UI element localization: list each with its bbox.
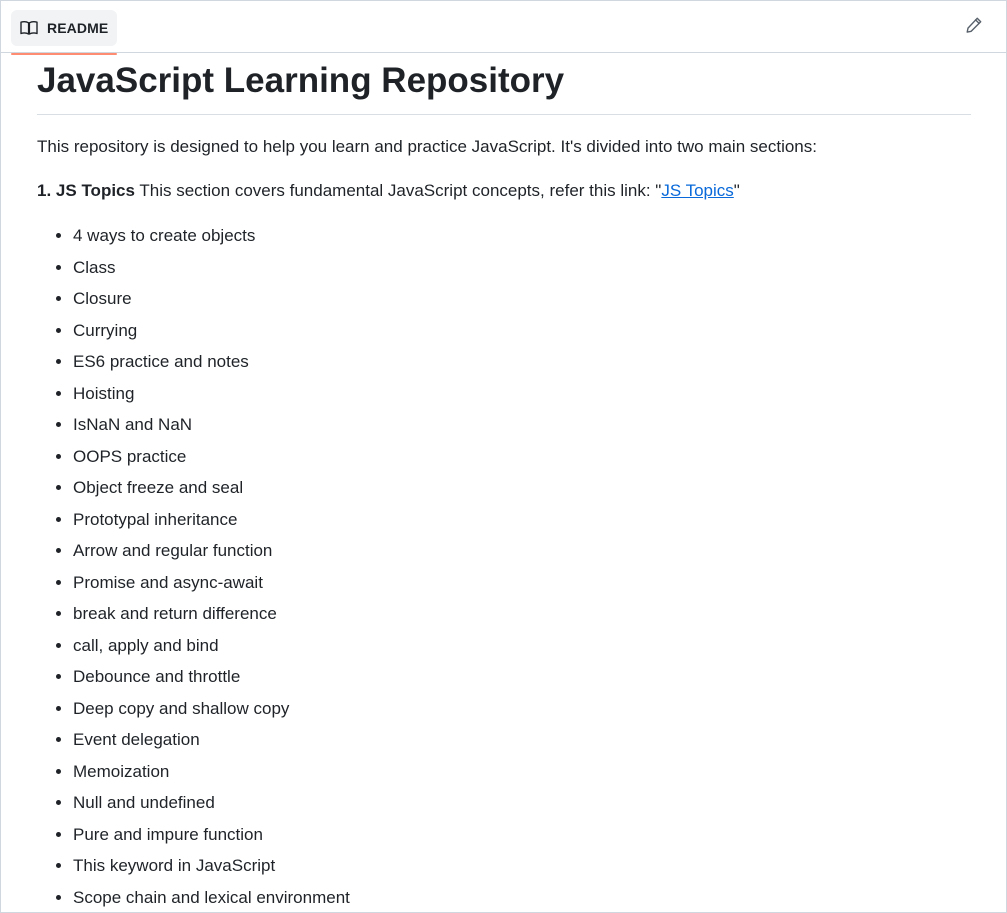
intro-paragraph: This repository is designed to help you … [37,137,817,156]
book-icon [20,20,38,36]
readme-tab-label: README [47,19,109,36]
list-item: Debounce and throttle [73,665,971,689]
list-item: IsNaN and NaN [73,413,971,437]
list-item: 4 ways to create objects [73,224,971,248]
list-item: call, apply and bind [73,634,971,658]
list-item: Scope chain and lexical environment [73,886,971,910]
section-title: JS Topics [55,181,135,200]
page-title: JavaScript Learning Repository [37,59,971,115]
section-description: This section covers fundamental JavaScri… [139,181,662,200]
section-paragraph: 1. JS Topics This section covers fundame… [37,179,971,203]
section-trailing-quote: " [733,181,740,200]
list-item: Closure [73,287,971,311]
list-item: Prototypal inheritance [73,508,971,532]
section-number: 1. [37,181,52,200]
list-item: Arrow and regular function [73,539,971,563]
list-item: Class [73,256,971,280]
js-topics-link[interactable]: JS Topics [661,181,733,200]
list-item: Hoisting [73,382,971,406]
readme-panel: README JavaScript Learning Repository Th… [0,0,1007,913]
list-item: Currying [73,319,971,343]
readme-tab[interactable]: README [11,9,118,55]
list-item: Pure and impure function [73,823,971,847]
list-item: break and return difference [73,602,971,626]
list-item: Null and undefined [73,791,971,815]
readme-header: README [1,1,1006,55]
edit-file-button[interactable] [964,17,984,37]
list-item: Promise and async-await [73,571,971,595]
list-item: This keyword in JavaScript [73,854,971,878]
list-item: Object freeze and seal [73,476,971,500]
pencil-icon [965,16,983,39]
topics-list: 4 ways to create objects Class Closure C… [37,224,971,910]
list-item: OOPS practice [73,445,971,469]
list-item: Event delegation [73,728,971,752]
list-item: ES6 practice and notes [73,350,971,374]
readme-content: JavaScript Learning Repository This repo… [1,59,1006,910]
list-item: Memoization [73,760,971,784]
list-item: Deep copy and shallow copy [73,697,971,721]
